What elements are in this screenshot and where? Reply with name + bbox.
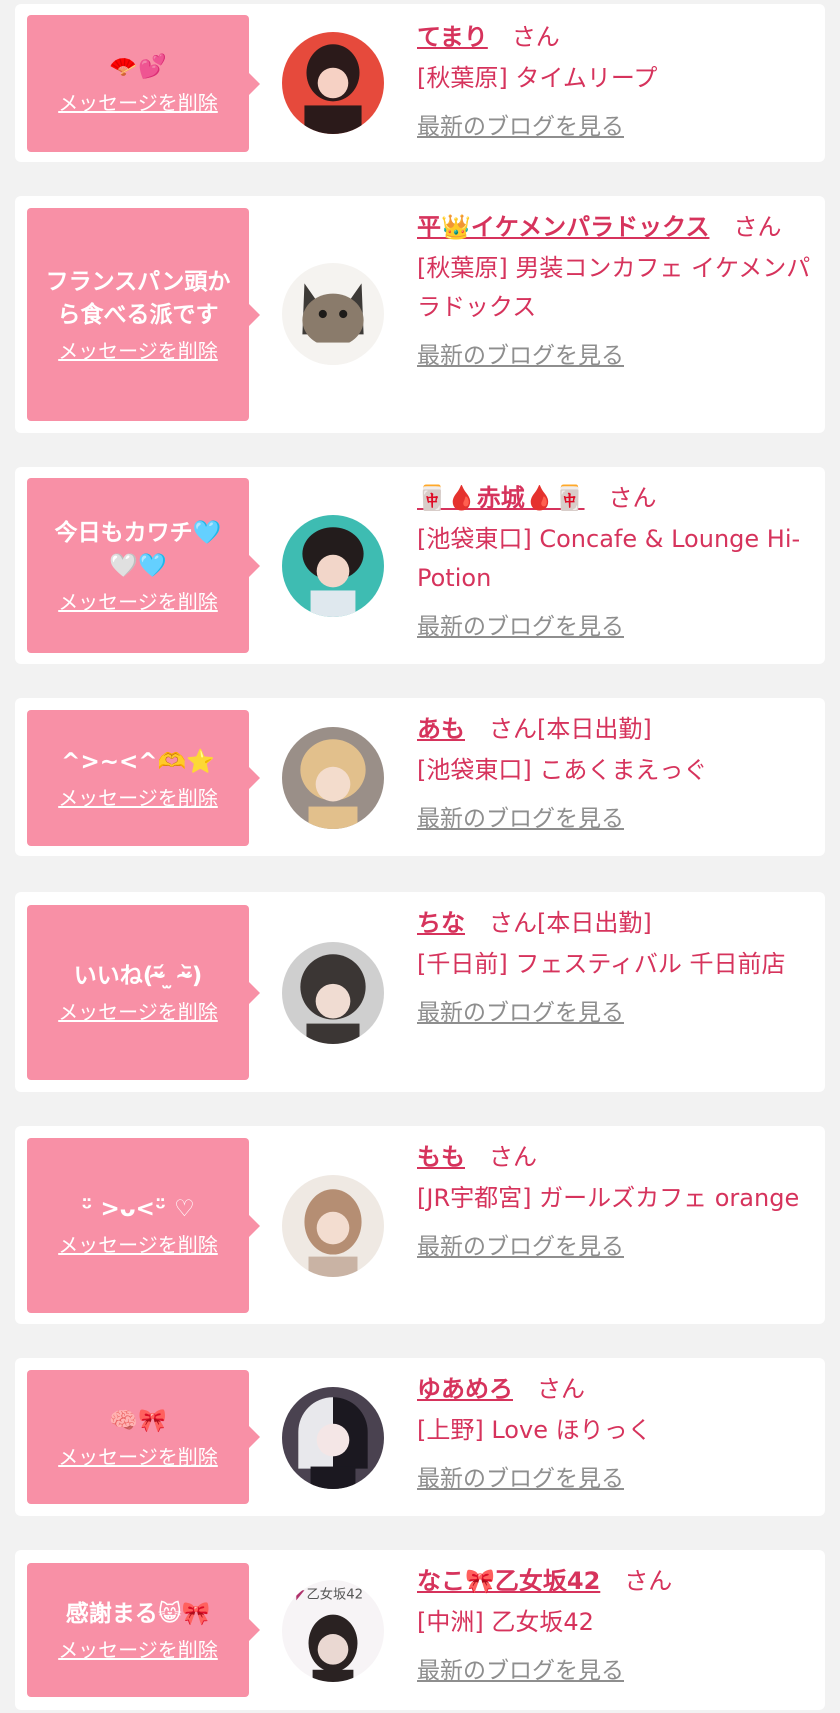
message-bubble: ^>~<^🫶⭐️ メッセージを削除: [27, 710, 260, 846]
favorite-card: 🧠🎀 メッセージを削除 ゆあめろ さん [上野] Love ほりっく 最新のブログ…: [15, 1358, 825, 1516]
name-line: もも さん: [417, 1138, 813, 1177]
delete-message-link[interactable]: メッセージを削除: [58, 1232, 218, 1258]
honorific: さん: [489, 909, 537, 937]
message-bubble: 🪭💕 メッセージを削除: [27, 15, 260, 152]
avatar[interactable]: [282, 727, 384, 829]
shop-name: [千日前] フェスティバル 千日前店: [417, 950, 786, 978]
message-text: いいね(ᵕ̴᷄ ̫ ᵕ̴᷅): [73, 963, 203, 989]
message-text: 感謝まる😸🎀: [65, 1600, 211, 1627]
message-text: ^>~<^🫶⭐️: [61, 748, 215, 775]
avatar-image: [282, 263, 384, 365]
honorific: さん: [624, 1567, 673, 1595]
shop-name: [池袋東口] こあくまえっぐ: [417, 756, 708, 784]
cast-info: 平👑イケメンパラドックス さん [秋葉原] 男装コンカフェ イケメンパラドックス …: [417, 208, 813, 371]
status-label: [本日出勤]: [537, 909, 652, 937]
latest-blog-link[interactable]: 最新のブログを見る: [417, 341, 813, 371]
cast-info: あも さん[本日出勤] [池袋東口] こあくまえっぐ 最新のブログを見る: [417, 710, 813, 834]
shop-name: [中洲] 乙女坂42: [417, 1608, 594, 1636]
latest-blog-link[interactable]: 最新のブログを見る: [417, 112, 813, 142]
name-line: ちな さん[本日出勤]: [417, 904, 813, 943]
cast-info: ちな さん[本日出勤] [千日前] フェスティバル 千日前店 最新のブログを見る: [417, 904, 813, 1028]
avatar[interactable]: [282, 942, 384, 1044]
shop-name: [秋葉原] タイムリープ: [417, 64, 658, 92]
cast-name-link[interactable]: 🀄🩸赤城🩸🀄: [417, 484, 585, 512]
message-bubble: 🧠🎀 メッセージを削除: [27, 1370, 260, 1504]
cast-name-link[interactable]: もも: [417, 1143, 465, 1171]
message-text: 今日もカワチ🩵 🤍🩵: [54, 519, 222, 579]
cast-name-link[interactable]: ちな: [417, 909, 465, 937]
latest-blog-link[interactable]: 最新のブログを見る: [417, 1464, 813, 1494]
avatar[interactable]: 乙女坂42: [282, 1580, 384, 1682]
avatar-image: [282, 727, 384, 829]
cast-name-link[interactable]: ゆあめろ: [417, 1375, 513, 1403]
message-text: 🧠🎀: [109, 1407, 167, 1434]
name-line: なこ🎀乙女坂42 さん: [417, 1562, 813, 1601]
cast-info: 🀄🩸赤城🩸🀄 さん [池袋東口] Concafe & Lounge Hi-Poti…: [417, 479, 813, 642]
honorific: さん: [511, 23, 560, 51]
favorite-card: 感謝まる😸🎀 メッセージを削除 乙女坂42 なこ🎀乙女坂42 さん [中洲] 乙女…: [15, 1550, 825, 1710]
latest-blog-link[interactable]: 最新のブログを見る: [417, 1232, 813, 1262]
cast-info: もも さん [JR宇都宮] ガールズカフェ orange 最新のブログを見る: [417, 1138, 813, 1262]
avatar-image: [282, 1387, 384, 1489]
favorite-card: ^>~<^🫶⭐️ メッセージを削除 あも さん[本日出勤] [池袋東口] こあくま…: [15, 698, 825, 856]
favorite-card: ᵕ̈ >ᴗ<ᵕ̈ ♡ メッセージを削除 もも さん [JR宇都宮] ガールズカフェ…: [15, 1126, 825, 1324]
shop-name: [JR宇都宮] ガールズカフェ orange: [417, 1184, 800, 1212]
latest-blog-link[interactable]: 最新のブログを見る: [417, 998, 813, 1028]
honorific: さん: [489, 715, 537, 743]
avatar[interactable]: [282, 1175, 384, 1277]
honorific: さん: [733, 213, 782, 241]
delete-message-link[interactable]: メッセージを削除: [58, 1637, 218, 1663]
cast-info: なこ🎀乙女坂42 さん [中洲] 乙女坂42 最新のブログを見る: [417, 1562, 813, 1686]
honorific: さん: [608, 484, 657, 512]
cast-name-link[interactable]: あも: [417, 715, 465, 743]
avatar[interactable]: [282, 515, 384, 617]
favorite-card: 今日もカワチ🩵 🤍🩵 メッセージを削除 🀄🩸赤城🩸🀄 さん [池袋東口] Conc…: [15, 467, 825, 664]
message-bubble: ᵕ̈ >ᴗ<ᵕ̈ ♡ メッセージを削除: [27, 1138, 260, 1313]
message-text: フランスパン頭か ら食べる派です: [45, 268, 231, 328]
shop-name: [池袋東口] Concafe & Lounge Hi-Potion: [417, 525, 801, 592]
avatar-image: 乙女坂42: [282, 1580, 384, 1682]
honorific: さん: [489, 1143, 537, 1171]
shop-name: [秋葉原] 男装コンカフェ イケメンパラドックス: [417, 254, 811, 321]
cast-name-link[interactable]: なこ🎀乙女坂42: [417, 1567, 600, 1595]
avatar-image: [282, 515, 384, 617]
message-bubble: 感謝まる😸🎀 メッセージを削除: [27, 1563, 260, 1697]
favorite-card: いいね(ᵕ̴᷄ ̫ ᵕ̴᷅) メッセージを削除 ちな さん[本日出勤] [千日前]…: [15, 892, 825, 1092]
avatar[interactable]: [282, 263, 384, 365]
cast-info: ゆあめろ さん [上野] Love ほりっく 最新のブログを見る: [417, 1370, 813, 1494]
shop-name: [上野] Love ほりっく: [417, 1416, 652, 1444]
name-line: あも さん[本日出勤]: [417, 710, 813, 749]
latest-blog-link[interactable]: 最新のブログを見る: [417, 804, 813, 834]
favorite-card: 🪭💕 メッセージを削除 てまり さん [秋葉原] タイムリープ 最新のブログを見る: [15, 4, 825, 162]
message-bubble: いいね(ᵕ̴᷄ ̫ ᵕ̴᷅) メッセージを削除: [27, 905, 260, 1080]
honorific: さん: [537, 1375, 585, 1403]
message-text: ᵕ̈ >ᴗ<ᵕ̈ ♡: [81, 1196, 195, 1222]
status-label: [本日出勤]: [537, 715, 652, 743]
avatar-image: [282, 1175, 384, 1277]
favorite-card: フランスパン頭か ら食べる派です メッセージを削除 平👑イケメンパラドックス さん…: [15, 196, 825, 433]
cast-name-link[interactable]: てまり: [417, 23, 488, 51]
delete-message-link[interactable]: メッセージを削除: [58, 785, 218, 811]
latest-blog-link[interactable]: 最新のブログを見る: [417, 612, 813, 642]
delete-message-link[interactable]: メッセージを削除: [58, 999, 218, 1025]
delete-message-link[interactable]: メッセージを削除: [58, 1444, 218, 1470]
name-line: てまり さん: [417, 18, 813, 57]
message-text: 🪭💕: [109, 54, 167, 80]
avatar[interactable]: [282, 1387, 384, 1489]
avatar-image: [282, 32, 384, 134]
avatar-logo-text: 乙女坂42: [306, 1585, 363, 1602]
avatar[interactable]: [282, 32, 384, 134]
message-bubble: 今日もカワチ🩵 🤍🩵 メッセージを削除: [27, 478, 260, 653]
name-line: 🀄🩸赤城🩸🀄 さん: [417, 479, 813, 518]
cast-name-link[interactable]: 平👑イケメンパラドックス: [417, 213, 709, 241]
avatar-image: [282, 942, 384, 1044]
cast-info: てまり さん [秋葉原] タイムリープ 最新のブログを見る: [417, 18, 813, 142]
delete-message-link[interactable]: メッセージを削除: [58, 90, 218, 116]
message-bubble: フランスパン頭か ら食べる派です メッセージを削除: [27, 208, 260, 421]
latest-blog-link[interactable]: 最新のブログを見る: [417, 1656, 813, 1686]
name-line: 平👑イケメンパラドックス さん: [417, 208, 813, 247]
delete-message-link[interactable]: メッセージを削除: [58, 338, 218, 364]
delete-message-link[interactable]: メッセージを削除: [58, 589, 218, 615]
name-line: ゆあめろ さん: [417, 1370, 813, 1409]
